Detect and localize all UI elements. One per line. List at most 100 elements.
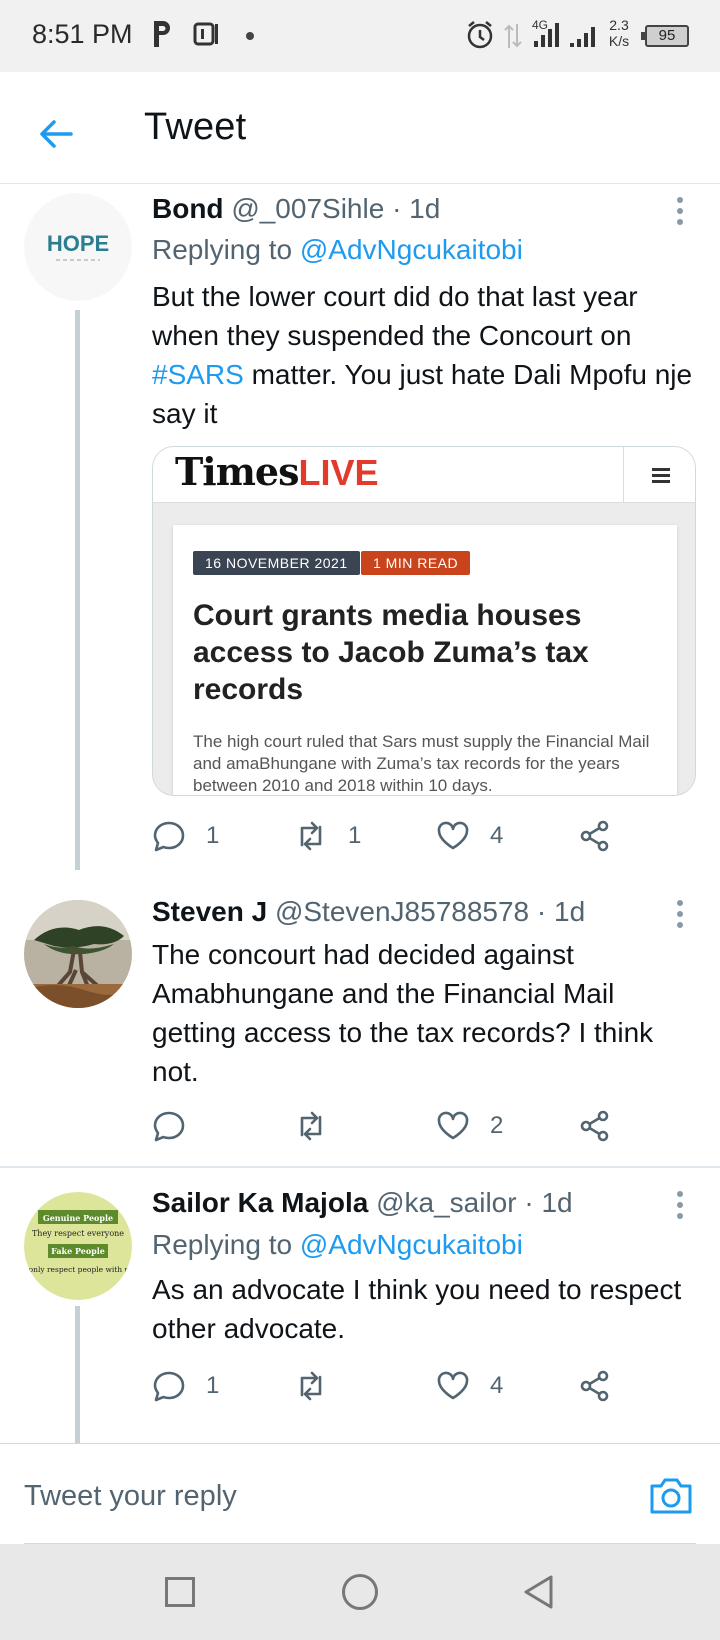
reply-icon [153,1111,185,1142]
svg-text:They only respect people with: They only respect people with power [24,1265,132,1274]
hope-logo-icon: HOPE [24,193,132,301]
avatar[interactable]: Genuine People They respect everyone Fak… [24,1192,132,1300]
tree-photo-icon [24,900,132,1008]
like-count: 4 [490,822,504,849]
more-options-button[interactable] [672,197,688,229]
share-icon [580,1370,609,1402]
network-speed: 2.3 K/s [608,17,630,49]
tweet-actions: 1 1 4 [152,818,622,858]
tweet-header: Steven J @StevenJ85788578 · 1d [152,896,585,928]
tweet-divider [0,1166,720,1168]
reply-icon [153,1371,185,1402]
svg-text:Genuine People: Genuine People [43,1213,113,1223]
retweet-button[interactable]: 1 [294,818,361,854]
avatar[interactable]: HOPE [24,193,132,301]
signal-4g-icon: 4G [532,18,595,47]
like-count: 2 [490,1112,504,1139]
like-button[interactable]: 4 [436,1368,503,1404]
like-button[interactable]: 2 [436,1108,503,1144]
reply-button[interactable]: 1 [152,818,219,854]
thread-line [75,1306,80,1443]
tweet-header: Bond @_007Sihle · 1d [152,193,440,225]
tweet-time: · 1d [392,193,441,224]
home-circle-icon[interactable] [342,1574,378,1610]
app-header: Tweet [0,72,720,184]
user-handle[interactable]: @ka_sailor [376,1187,516,1218]
alarm-icon [467,21,493,49]
avatar[interactable] [24,900,132,1008]
data-transfer-icon [504,24,522,48]
reply-button[interactable] [152,1108,206,1144]
heart-icon [437,821,469,850]
article-preview: 16 NOVEMBER 2021 1 MIN READ Court grants… [173,525,677,795]
reply-composer: Tweet your reply [0,1443,720,1545]
reply-input[interactable]: Tweet your reply [24,1480,237,1513]
like-count: 4 [490,1372,504,1399]
share-button[interactable] [578,1368,612,1404]
tweet-text: The concourt had decided against Amabhun… [152,939,654,1087]
svg-text:Fake People: Fake People [51,1246,105,1256]
svg-text:4G: 4G [532,18,548,32]
display-name[interactable]: Sailor Ka Majola [152,1187,368,1218]
camera-button[interactable] [648,1474,694,1518]
svg-text:HOPE: HOPE [47,231,109,256]
card-site-header: TimesLIVE [153,447,695,503]
status-bar: 8:51 PM 4G 2.3 K/s 95 [0,0,720,72]
retweet-button[interactable] [294,1108,348,1144]
reply-button[interactable]: 1 [152,1368,219,1404]
heart-icon [437,1371,469,1400]
retweet-icon [300,821,322,851]
heart-icon [437,1111,469,1140]
notification-app-icon [193,22,218,46]
thread-line [75,310,80,870]
notification-dot-icon [246,32,254,40]
back-triangle-icon[interactable] [522,1574,554,1610]
article-title: Court grants media houses access to Jaco… [193,599,589,706]
arrow-left-icon [40,120,73,148]
hashtag-link[interactable]: #SARS [152,359,244,390]
read-time-tag: 1 MIN READ [361,551,471,575]
retweet-button[interactable] [294,1368,348,1404]
tweet-text: As an advocate I think you need to respe… [152,1274,682,1344]
article-summary: The high court ruled that Sars must supp… [193,732,650,795]
back-button[interactable] [30,108,82,160]
share-button[interactable] [578,818,612,854]
timeslive-logo: TimesLIVE [175,449,379,494]
share-button[interactable] [578,1108,612,1144]
date-tag: 16 NOVEMBER 2021 [193,551,360,575]
retweet-count: 1 [348,822,362,849]
retweet-icon [300,1371,322,1401]
camera-icon [650,1478,692,1514]
status-time: 8:51 PM [32,19,133,49]
tweet-text: But the lower court did do that last yea… [152,281,693,429]
battery-indicator: 95 [641,25,689,47]
user-handle[interactable]: @StevenJ85788578 [275,896,529,927]
tweet-actions: 2 [152,1108,622,1148]
more-options-button[interactable] [672,1191,688,1223]
like-button[interactable]: 4 [436,818,503,854]
quote-image-icon: Genuine People They respect everyone Fak… [24,1192,132,1300]
replying-to: Replying to @AdvNgcukaitobi [152,1229,523,1260]
page-title: Tweet [144,106,247,148]
replying-to: Replying to @AdvNgcukaitobi [152,234,523,265]
tweet-time: · 1d [536,896,586,927]
parking-app-icon [154,21,170,47]
more-options-button[interactable] [672,900,688,932]
svg-text:They respect everyone: They respect everyone [32,1229,124,1238]
display-name[interactable]: Steven J [152,896,267,927]
recents-square-icon[interactable] [165,1577,195,1607]
hamburger-menu-icon [623,447,695,503]
reply-icon [153,821,185,852]
reply-count: 1 [206,822,220,849]
replying-to-link[interactable]: @AdvNgcukaitobi [300,234,523,265]
tweet-actions: 1 4 [152,1368,622,1408]
reply-count: 1 [206,1372,220,1399]
link-preview-card[interactable]: TimesLIVE 16 NOVEMBER 2021 1 MIN READ Co… [152,446,696,796]
tweet-header: Sailor Ka Majola @ka_sailor · 1d [152,1187,573,1219]
replying-to-link[interactable]: @AdvNgcukaitobi [300,1229,523,1260]
share-icon [580,1110,609,1142]
system-nav-bar [0,1544,720,1640]
retweet-icon [300,1111,322,1141]
user-handle[interactable]: @_007Sihle [231,193,384,224]
display-name[interactable]: Bond [152,193,224,224]
